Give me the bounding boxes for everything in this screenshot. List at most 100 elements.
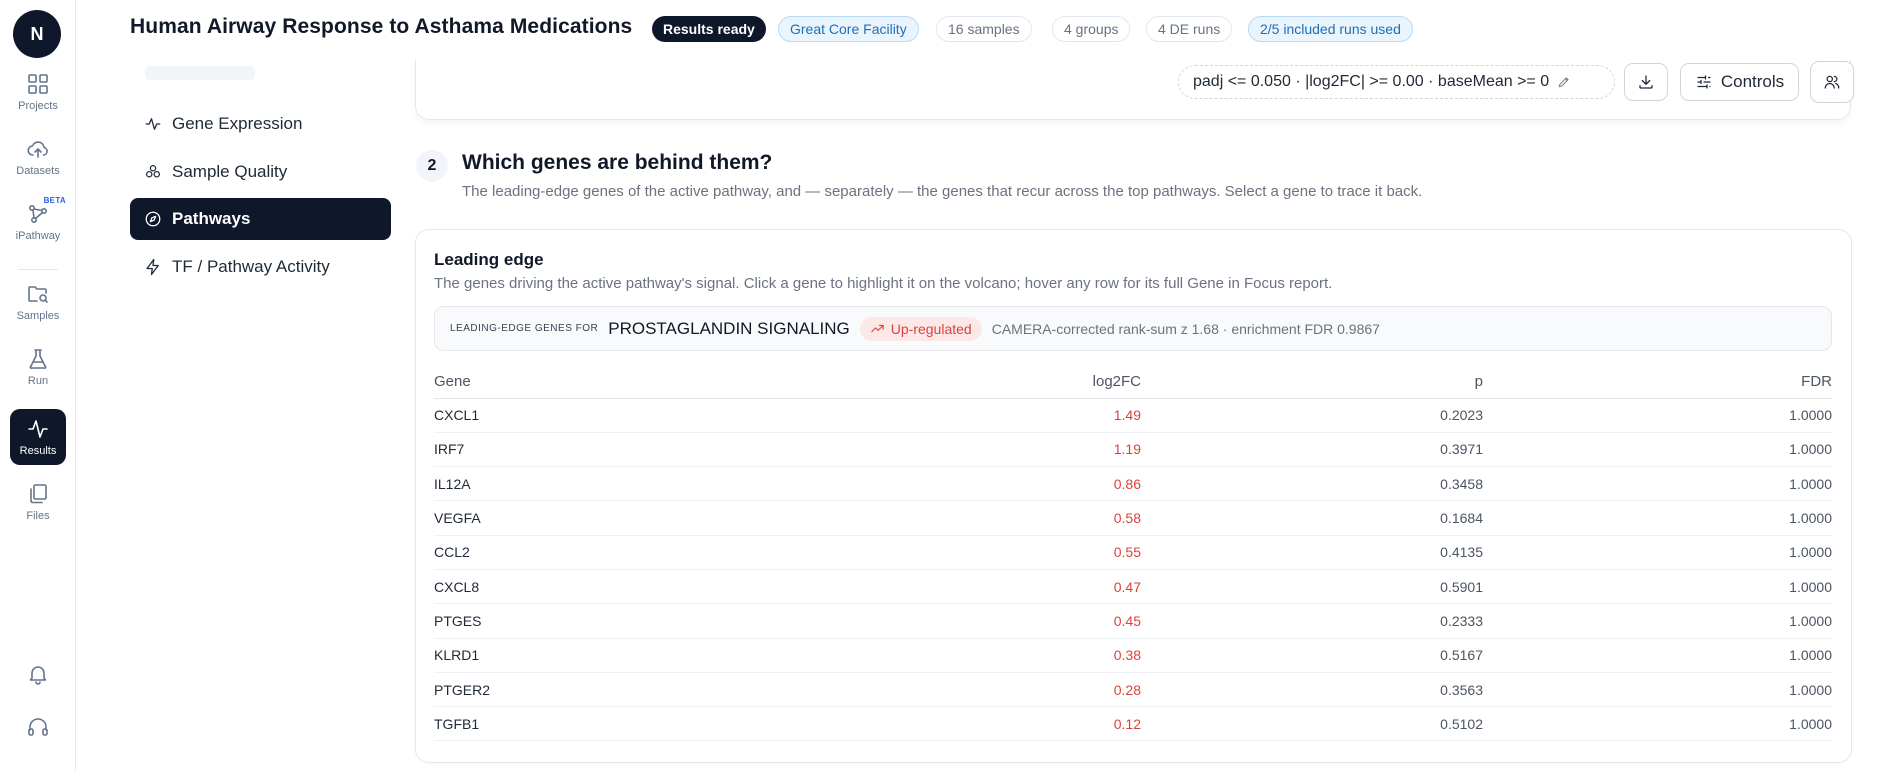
subnav-label: TF / Pathway Activity bbox=[172, 257, 330, 276]
gene-cell: KLRD1 bbox=[434, 638, 979, 673]
fdr-cell: 1.0000 bbox=[1483, 603, 1832, 639]
column-header-p[interactable]: p bbox=[1141, 366, 1483, 399]
rail-item-label: Projects bbox=[18, 100, 58, 112]
beta-badge: BETA bbox=[43, 196, 66, 205]
leading-edge-title: Leading edge bbox=[434, 250, 544, 269]
scrolled-content-placeholder bbox=[145, 66, 255, 80]
app-logo[interactable]: N bbox=[13, 10, 61, 58]
de-runs-pill[interactable]: 4 DE runs bbox=[1146, 16, 1233, 42]
step-description: The leading-edge genes of the active pat… bbox=[462, 183, 1423, 200]
table-row[interactable]: IL12A 0.86 0.3458 1.0000 bbox=[434, 466, 1832, 502]
bolt-icon bbox=[146, 258, 159, 276]
rail-item-datasets[interactable]: Datasets bbox=[10, 129, 66, 185]
p-value-cell: 0.3563 bbox=[1141, 672, 1483, 708]
subnav-sample-quality[interactable]: Sample Quality bbox=[130, 151, 391, 193]
flask-icon bbox=[29, 349, 47, 369]
table-row[interactable]: TGFB1 0.12 0.5102 1.0000 bbox=[434, 706, 1832, 742]
subnav-pathways[interactable]: Pathways bbox=[130, 198, 391, 240]
fdr-cell: 1.0000 bbox=[1483, 398, 1832, 433]
runs-used-pill[interactable]: 2/5 included runs used bbox=[1248, 16, 1413, 42]
download-icon bbox=[1639, 75, 1653, 89]
download-button[interactable] bbox=[1624, 63, 1668, 101]
fdr-cell: 1.0000 bbox=[1483, 672, 1832, 708]
rail-item-label: Files bbox=[26, 510, 50, 522]
log2fc-cell: 0.45 bbox=[979, 603, 1141, 639]
log2fc-cell: 0.38 bbox=[979, 638, 1141, 673]
rail-divider bbox=[18, 269, 58, 270]
page-title: Human Airway Response to Asthama Medicat… bbox=[130, 15, 633, 38]
pathway-name: PROSTAGLANDIN SIGNALING bbox=[608, 318, 850, 338]
left-rail: N Projects Datasets BETA iPathway Sample… bbox=[0, 0, 76, 771]
support-button[interactable] bbox=[10, 699, 66, 755]
p-value-cell: 0.3458 bbox=[1141, 466, 1483, 502]
step-number: 2 bbox=[416, 150, 448, 182]
subnav-gene-expression[interactable]: Gene Expression bbox=[130, 103, 391, 145]
controls-button[interactable]: Controls bbox=[1680, 63, 1799, 101]
headset-icon bbox=[28, 718, 48, 736]
rail-item-samples[interactable]: Samples bbox=[10, 274, 66, 330]
column-header-gene[interactable]: Gene bbox=[434, 366, 979, 399]
rail-item-label: Samples bbox=[16, 310, 60, 322]
folder-search-icon bbox=[28, 286, 48, 303]
log2fc-cell: 0.86 bbox=[979, 466, 1141, 502]
table-row[interactable]: CXCL8 0.47 0.5901 1.0000 bbox=[434, 569, 1832, 605]
controls-label: Controls bbox=[1720, 72, 1785, 91]
rail-item-projects[interactable]: Projects bbox=[10, 64, 66, 120]
table-row[interactable]: PTGER2 0.28 0.3563 1.0000 bbox=[434, 672, 1832, 708]
fdr-cell: 1.0000 bbox=[1483, 638, 1832, 673]
log2fc-cell: 0.28 bbox=[979, 672, 1141, 708]
p-value-cell: 0.5167 bbox=[1141, 638, 1483, 673]
cloud-upload-icon bbox=[27, 141, 48, 158]
table-row[interactable]: CCL2 0.55 0.4135 1.0000 bbox=[434, 535, 1832, 570]
gene-cell: CXCL8 bbox=[434, 569, 979, 605]
fdr-cell: 1.0000 bbox=[1483, 569, 1832, 605]
fdr-cell: 1.0000 bbox=[1483, 500, 1832, 536]
subnav-label: Sample Quality bbox=[172, 162, 288, 181]
p-value-cell: 0.2023 bbox=[1141, 398, 1483, 433]
fdr-cell: 1.0000 bbox=[1483, 466, 1832, 502]
sliders-icon bbox=[1697, 75, 1711, 89]
p-value-cell: 0.4135 bbox=[1141, 535, 1483, 570]
step-title: Which genes are behind them? bbox=[462, 151, 773, 174]
leading-edge-label: Leading-edge genes for bbox=[450, 323, 599, 334]
files-icon bbox=[30, 484, 47, 504]
users-button[interactable] bbox=[1810, 61, 1854, 103]
log2fc-cell: 0.47 bbox=[979, 569, 1141, 605]
facility-pill[interactable]: Great Core Facility bbox=[778, 16, 919, 42]
rail-item-label: Results bbox=[19, 445, 57, 457]
table-row[interactable]: KLRD1 0.38 0.5167 1.0000 bbox=[434, 638, 1832, 673]
rail-item-results[interactable]: Results bbox=[10, 409, 66, 465]
column-header-log2fc[interactable]: log2FC bbox=[979, 366, 1141, 399]
p-value-cell: 0.3971 bbox=[1141, 432, 1483, 468]
table-row[interactable]: CXCL1 1.49 0.2023 1.0000 bbox=[434, 398, 1832, 433]
p-value-cell: 0.1684 bbox=[1141, 500, 1483, 536]
table-row[interactable]: VEGFA 0.58 0.1684 1.0000 bbox=[434, 500, 1832, 536]
rail-item-ipathway[interactable]: BETA iPathway bbox=[10, 194, 66, 250]
column-header-fdr[interactable]: FDR bbox=[1483, 366, 1832, 399]
status-badge: Results ready bbox=[652, 16, 766, 42]
p-value-cell: 0.2333 bbox=[1141, 603, 1483, 639]
gene-cell: IL12A bbox=[434, 466, 979, 502]
table-row[interactable]: PTGES 0.45 0.2333 1.0000 bbox=[434, 603, 1832, 639]
rail-item-run[interactable]: Run bbox=[10, 339, 66, 395]
users-icon bbox=[1824, 75, 1840, 89]
fdr-cell: 1.0000 bbox=[1483, 432, 1832, 468]
threshold-filter-text: padj <= 0.050 · |log2FC| >= 0.00 · baseM… bbox=[1193, 73, 1550, 90]
bell-icon bbox=[29, 666, 47, 685]
groups-pill[interactable]: 4 groups bbox=[1052, 16, 1131, 42]
samples-pill[interactable]: 16 samples bbox=[936, 16, 1032, 42]
log2fc-cell: 0.12 bbox=[979, 706, 1141, 742]
direction-badge: Up-regulated bbox=[859, 316, 982, 341]
pulse-icon bbox=[145, 118, 161, 130]
log2fc-cell: 0.58 bbox=[979, 500, 1141, 536]
fdr-cell: 1.0000 bbox=[1483, 706, 1832, 742]
table-header-row: Gene log2FC p FDR bbox=[434, 366, 1832, 399]
rail-item-files[interactable]: Files bbox=[10, 474, 66, 530]
notifications-button[interactable] bbox=[10, 646, 66, 702]
p-value-cell: 0.5102 bbox=[1141, 706, 1483, 742]
subnav-tf-pathway-activity[interactable]: TF / Pathway Activity bbox=[130, 246, 391, 288]
subnav-label: Gene Expression bbox=[172, 114, 303, 133]
table-row[interactable]: IRF7 1.19 0.3971 1.0000 bbox=[434, 432, 1832, 468]
gene-cell: IRF7 bbox=[434, 432, 979, 468]
threshold-filter[interactable]: padj <= 0.050 · |log2FC| >= 0.00 · baseM… bbox=[1178, 65, 1615, 99]
